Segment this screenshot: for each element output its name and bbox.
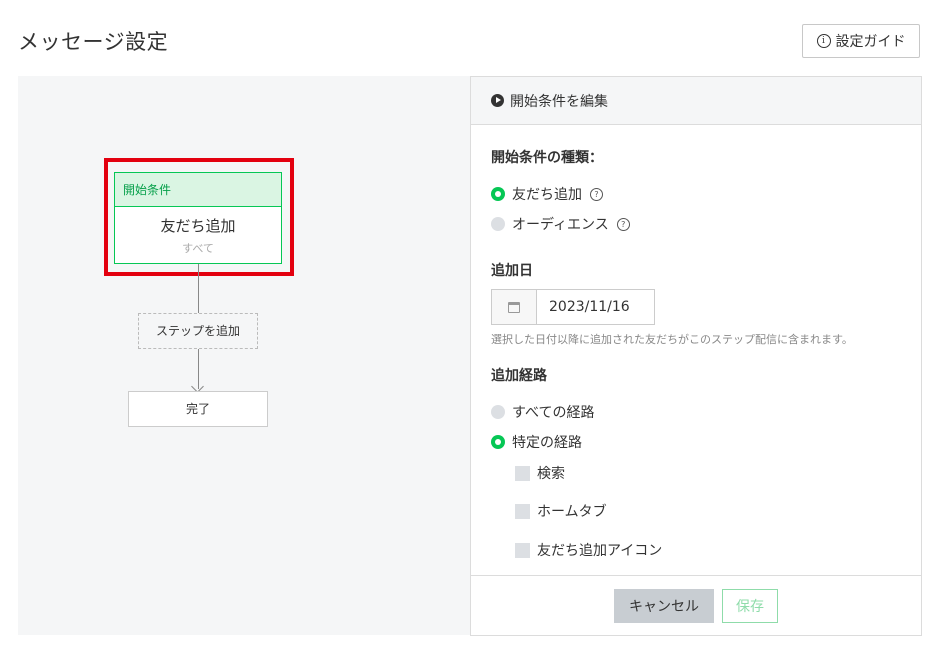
save-button[interactable]: 保存 <box>722 589 778 623</box>
checkbox-label: 検索 <box>537 466 565 482</box>
checkbox[interactable] <box>515 503 530 519</box>
radio-friend-added[interactable]: 友だち追加 ? <box>491 184 603 204</box>
radio-label: 特定の経路 <box>512 435 582 451</box>
cancel-button[interactable]: キャンセル <box>614 589 714 623</box>
end-node[interactable]: 完了 <box>128 391 268 427</box>
radio-selected-icon <box>491 435 505 449</box>
checkbox[interactable] <box>515 542 530 558</box>
radio-label: オーディエンス <box>512 217 609 233</box>
radio-label: 友だち追加 <box>512 187 582 203</box>
radio-unselected-icon <box>491 405 505 419</box>
date-field[interactable]: 2023/11/16 <box>491 289 655 325</box>
start-node-title: 友だち追加 <box>160 217 236 235</box>
start-node-header: 開始条件 <box>115 173 281 207</box>
date-input[interactable]: 2023/11/16 <box>537 290 654 324</box>
radio-audience[interactable]: オーディエンス ? <box>491 214 630 234</box>
help-icon[interactable]: ? <box>616 217 630 231</box>
setup-guide-button[interactable]: i 設定ガイド <box>802 24 920 58</box>
trigger-type-label: 開始条件の種類： <box>491 150 603 166</box>
flow-canvas: 開始条件 友だち追加 すべて ステップを追加 完了 <box>18 76 470 635</box>
radio-specific-sources[interactable]: 特定の経路 <box>491 432 582 452</box>
help-icon[interactable]: ? <box>590 187 603 201</box>
radio-all-sources[interactable]: すべての経路 <box>491 402 594 422</box>
checkbox-label: ホームタブ <box>537 504 607 520</box>
connector-line <box>198 264 199 313</box>
info-icon: i <box>816 34 831 48</box>
checkbox-add-friend-icon[interactable]: 友だち追加アイコン <box>515 540 662 560</box>
radio-unselected-icon <box>491 217 505 231</box>
panel-footer: キャンセル 保存 <box>471 575 921 636</box>
page-title: メッセージ設定 <box>18 30 169 54</box>
checkbox[interactable] <box>515 465 530 481</box>
calendar-button[interactable] <box>492 290 537 324</box>
start-condition-node[interactable]: 開始条件 友だち追加 すべて <box>114 172 282 264</box>
edit-panel: 開始条件を編集 開始条件の種類： 友だち追加 ? オーディエンス ? 追加日 2… <box>470 76 922 636</box>
panel-header: 開始条件を編集 <box>471 77 921 125</box>
source-label: 追加経路 <box>491 368 547 384</box>
radio-label: すべての経路 <box>512 405 595 421</box>
checkbox-home-tab[interactable]: ホームタブ <box>515 501 607 521</box>
checkbox-search[interactable]: 検索 <box>515 463 565 483</box>
play-circle-icon <box>491 94 504 107</box>
checkbox-label: 友だち追加アイコン <box>537 543 663 559</box>
add-step-button[interactable]: ステップを追加 <box>138 313 258 349</box>
added-date-label: 追加日 <box>491 263 533 279</box>
radio-selected-icon <box>491 187 505 201</box>
setup-guide-label: 設定ガイド <box>835 34 906 50</box>
start-node-subtitle: すべて <box>182 242 214 255</box>
calendar-icon <box>508 301 520 313</box>
date-help-text: 選択した日付以降に追加された友だちがこのステップ配信に含まれます。 <box>491 333 853 346</box>
panel-title: 開始条件を編集 <box>510 93 608 110</box>
